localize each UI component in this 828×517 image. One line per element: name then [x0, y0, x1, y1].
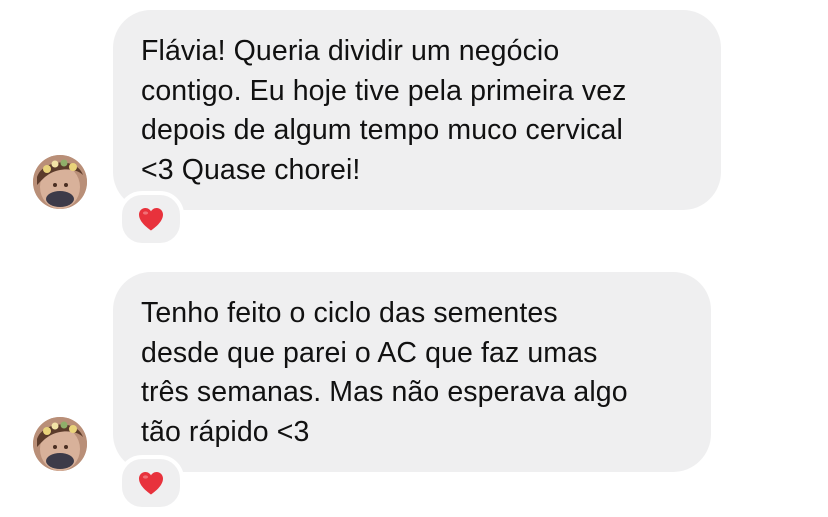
message-row: Tenho feito o ciclo das sementes desde q… [0, 0, 828, 517]
reaction-badge[interactable] [118, 455, 184, 511]
message-text: Tenho feito o ciclo das sementes desde q… [141, 297, 628, 448]
sender-avatar[interactable] [33, 417, 87, 471]
heart-icon [139, 472, 163, 495]
avatar-image [33, 417, 87, 471]
message-bubble[interactable]: Tenho feito o ciclo das sementes desde q… [113, 272, 711, 472]
